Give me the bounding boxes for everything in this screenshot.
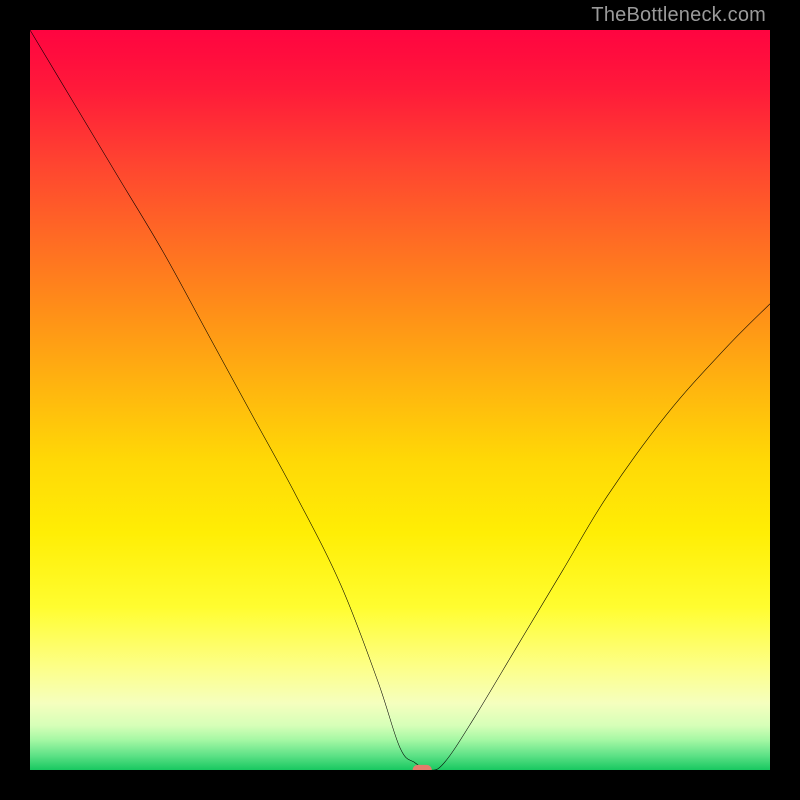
bottleneck-curve: [30, 30, 770, 770]
bottleneck-curve-path: [30, 30, 770, 770]
plot-area: [30, 30, 770, 770]
chart-frame: TheBottleneck.com: [0, 0, 800, 800]
minimum-marker: [413, 765, 432, 770]
watermark-text: TheBottleneck.com: [591, 4, 766, 27]
